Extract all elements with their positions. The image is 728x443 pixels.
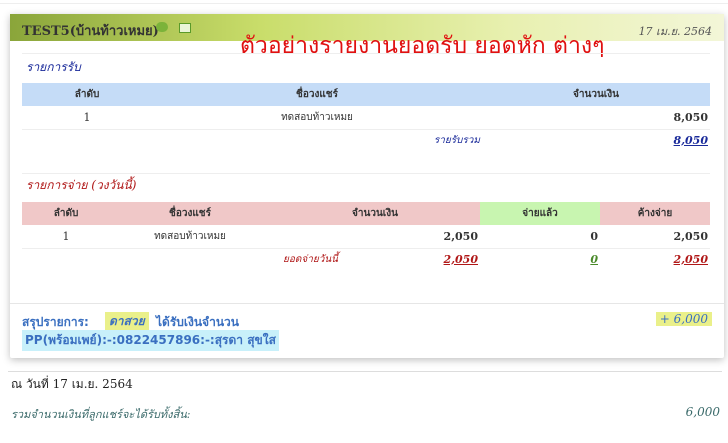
- col-name: ชื่อวงแชร์: [296, 89, 338, 100]
- col-amount: จำนวนเงิน: [352, 208, 398, 219]
- summary-amount: + 6,000: [655, 312, 712, 326]
- row-no: 1: [83, 111, 91, 124]
- row-name: ทดสอบท้าวเหมย: [281, 112, 353, 123]
- payments-title: รายการจ่าย (วงวันนี้): [26, 178, 137, 192]
- total-paid: 0: [590, 252, 598, 266]
- annotation-text: ตัวอย่างรายงานยอดรับ ยอดหัก ต่างๆ: [240, 33, 605, 59]
- report-date: ณ วันที่ 17 เม.ย. 2564: [11, 377, 133, 391]
- divider: [10, 303, 724, 304]
- col-no: ลำดับ: [74, 89, 100, 100]
- chat-icon[interactable]: [156, 22, 168, 32]
- row-amount: 8,050: [673, 111, 708, 124]
- receipts-title: รายการรับ: [26, 60, 81, 74]
- image-icon[interactable]: [179, 23, 191, 33]
- divider: [22, 53, 710, 54]
- report-card: TEST5(บ้านท้าวเหมย) 17 เม.ย. 2564 ตัวอย่…: [10, 14, 724, 358]
- table-row: 1 ทดสอบท้าวเหมย 8,050: [22, 106, 710, 130]
- total-label: รายรับรวม: [433, 134, 480, 146]
- payments-total-row: ยอดจ่ายวันนี้ 2,050 0 2,050: [22, 249, 710, 269]
- receipts-total-row: รายรับรวม 8,050: [22, 130, 710, 150]
- col-amount: จำนวนเงิน: [573, 89, 619, 100]
- total-due: 2,050: [673, 252, 708, 266]
- row-no: 1: [62, 230, 70, 243]
- receipts-header: ลำดับ ชื่อวงแชร์ จำนวนเงิน: [22, 83, 710, 106]
- col-no: ลำดับ: [53, 208, 79, 219]
- group-title: TEST5(บ้านท้าวเหมย): [22, 24, 159, 39]
- promptpay-info: PP(พร้อมเพย์):-:0822457896:-:สุรดา สุขใส: [22, 330, 279, 351]
- divider: [22, 173, 710, 174]
- row-due: 2,050: [673, 230, 708, 243]
- table-row: 1 ทดสอบท้าวเหมย 2,050 0 2,050: [22, 225, 710, 249]
- total-amount: 2,050: [443, 252, 478, 266]
- total-label: ยอดจ่ายวันนี้: [283, 253, 338, 265]
- divider: [8, 371, 722, 372]
- col-name: ชื่อวงแชร์: [169, 208, 211, 219]
- grand-total-label: รวมจำนวนเงินที่ลูกแชร์จะได้รับทั้งสิ้น:: [11, 408, 191, 421]
- grand-total: 6,000: [685, 405, 720, 419]
- col-paid: จ่ายแล้ว: [480, 202, 600, 225]
- row-amount: 2,050: [443, 230, 478, 243]
- row-name: ทดสอบท้าวเหมย: [154, 231, 226, 242]
- total-amount: 8,050: [673, 133, 708, 147]
- row-paid: 0: [590, 230, 598, 243]
- member-name: ดาสวย: [105, 312, 149, 331]
- col-due: ค้างจ่าย: [637, 208, 673, 219]
- header-date: 17 เม.ย. 2564: [638, 25, 712, 38]
- divider: [0, 3, 728, 4]
- payments-header: ลำดับ ชื่อวงแชร์ จำนวนเงิน จ่ายแล้ว ค้าง…: [22, 202, 710, 225]
